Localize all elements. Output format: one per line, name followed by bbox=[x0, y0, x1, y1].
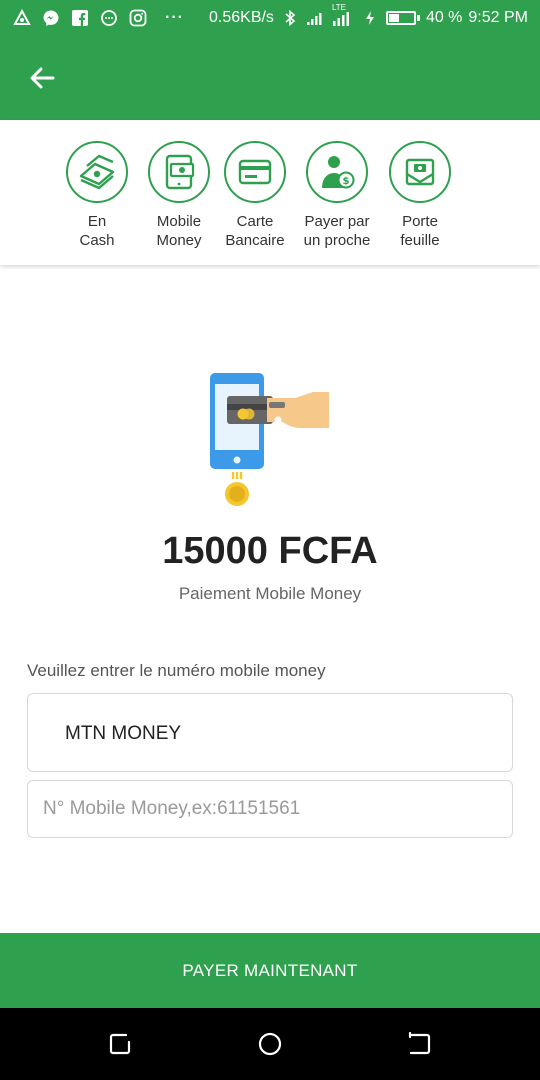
home-button[interactable] bbox=[256, 1030, 284, 1058]
chat-icon bbox=[99, 8, 119, 28]
payment-amount: 15000 FCFA bbox=[162, 530, 378, 572]
more-notifications-icon: ··· bbox=[165, 9, 184, 26]
method-bank-card[interactable]: Carte Bancaire bbox=[210, 141, 300, 250]
method-label: Payer par un proche bbox=[303, 213, 371, 249]
home-icon bbox=[258, 1032, 282, 1056]
status-bar: ··· 0.56KB/s LTE 40 % 9:52 PM bbox=[0, 0, 540, 36]
recents-button[interactable] bbox=[107, 1030, 135, 1058]
facebook-icon bbox=[70, 8, 90, 28]
system-back-button[interactable] bbox=[405, 1030, 433, 1058]
svg-text:$: $ bbox=[343, 176, 350, 187]
charging-icon bbox=[360, 8, 380, 28]
operator-value: MTN MONEY bbox=[65, 723, 182, 744]
battery-percent: 40 % bbox=[425, 9, 463, 26]
bluetooth-icon bbox=[280, 8, 300, 28]
system-back-icon bbox=[408, 1031, 431, 1055]
phone-prompt-label: Veuillez entrer le numéro mobile money bbox=[27, 661, 326, 680]
instagram-icon bbox=[128, 8, 148, 28]
mobile-money-icon bbox=[148, 141, 210, 203]
method-label: Porte feuille bbox=[400, 213, 440, 249]
messenger-icon bbox=[41, 8, 61, 28]
operator-select[interactable]: MTN MONEY bbox=[27, 693, 513, 772]
battery-icon bbox=[385, 11, 420, 25]
bank-card-icon bbox=[224, 141, 286, 203]
back-arrow-icon bbox=[30, 67, 55, 89]
clock: 9:52 PM bbox=[468, 9, 528, 26]
system-nav-bar bbox=[0, 1008, 540, 1080]
wallet-icon bbox=[389, 141, 451, 203]
pay-now-button[interactable]: PAYER MAINTENANT bbox=[0, 933, 540, 1008]
signal-icon bbox=[306, 8, 326, 28]
method-label: Carte Bancaire bbox=[225, 213, 285, 249]
lte-signal: LTE bbox=[332, 3, 354, 27]
triangle-app-icon bbox=[12, 8, 32, 28]
method-label: En Cash bbox=[79, 213, 115, 249]
recents-icon bbox=[109, 1033, 131, 1055]
payment-methods: En Cash Mobile Money Carte Bancaire $ Pa… bbox=[0, 120, 540, 265]
person-pay-icon: $ bbox=[306, 141, 368, 203]
battery-fill bbox=[388, 14, 400, 22]
app-bar bbox=[0, 36, 540, 120]
mobile-payment-illustration bbox=[210, 373, 329, 506]
lte-label: LTE bbox=[331, 3, 347, 12]
cash-icon bbox=[66, 141, 128, 203]
method-cash[interactable]: En Cash bbox=[52, 141, 142, 250]
payment-subtitle: Paiement Mobile Money bbox=[178, 584, 362, 603]
mobile-money-number-input[interactable] bbox=[27, 780, 513, 838]
method-pay-by-relative[interactable]: $ Payer par un proche bbox=[292, 141, 382, 250]
back-button[interactable] bbox=[22, 60, 62, 96]
network-speed: 0.56KB/s bbox=[209, 9, 274, 26]
method-wallet[interactable]: Porte feuille bbox=[375, 141, 465, 250]
